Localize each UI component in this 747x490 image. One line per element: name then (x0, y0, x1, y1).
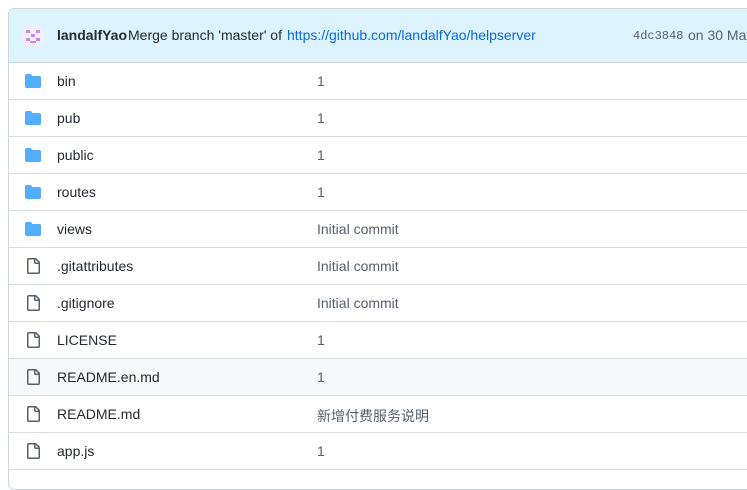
file-commit-message-link[interactable]: 1 (317, 73, 325, 89)
file-name-link[interactable]: .gitattributes (57, 258, 133, 274)
file-name-link[interactable]: README.md (57, 406, 140, 422)
file-icon (25, 443, 41, 459)
commit-message-url-link[interactable]: https://github.com/landalfYao/helpserver (287, 27, 536, 43)
commit-message[interactable]: Merge branch 'master' of (128, 27, 282, 43)
file-name-link[interactable]: bin (57, 73, 76, 89)
folder-icon (25, 73, 41, 89)
file-icon (25, 295, 41, 311)
file-name-link[interactable]: LICENSE (57, 332, 117, 348)
file-name-link[interactable]: README.en.md (57, 369, 160, 385)
folder-icon (25, 184, 41, 200)
file-row[interactable]: pub 1 (9, 100, 747, 137)
file-icon (25, 258, 41, 274)
file-commit-message-link[interactable]: Initial commit (317, 258, 399, 274)
file-icon (25, 332, 41, 348)
file-row[interactable]: .gitattributes Initial commit (9, 248, 747, 285)
file-name-link[interactable]: pub (57, 110, 80, 126)
file-name-link[interactable]: routes (57, 184, 96, 200)
folder-icon (25, 147, 41, 163)
file-row[interactable]: app.js 1 (9, 433, 747, 470)
identicon-icon (22, 25, 44, 47)
file-row[interactable]: README.en.md 1 (9, 359, 747, 396)
file-row[interactable]: bin 1 (9, 63, 747, 100)
file-row[interactable]: LICENSE 1 (9, 322, 747, 359)
file-list: bin 1 pub 1 public 1 routes 1 views Initial commi… (9, 63, 747, 470)
commit-date: on 30 May (688, 27, 747, 43)
file-row[interactable]: .gitignore Initial commit (9, 285, 747, 322)
latest-commit-bar: landalfYao Merge branch 'master' of http… (9, 9, 747, 63)
file-name-link[interactable]: app.js (57, 443, 94, 459)
file-commit-message-link[interactable]: 1 (317, 184, 325, 200)
file-name-link[interactable]: .gitignore (57, 295, 115, 311)
commit-author-link[interactable]: landalfYao (57, 27, 127, 43)
file-commit-message-link[interactable]: 1 (317, 110, 325, 126)
file-commit-message-link[interactable]: 1 (317, 332, 325, 348)
file-commit-message-link[interactable]: 1 (317, 147, 325, 163)
commit-sha-link[interactable]: 4dc3848 (633, 29, 683, 43)
file-commit-message-link[interactable]: 1 (317, 443, 325, 459)
file-row[interactable]: views Initial commit (9, 211, 747, 248)
file-icon (25, 369, 41, 385)
avatar[interactable] (22, 25, 44, 47)
file-name-link[interactable]: public (57, 147, 94, 163)
file-commit-message-link[interactable]: 新增付费服务说明 (317, 406, 429, 426)
file-commit-message-link[interactable]: Initial commit (317, 295, 399, 311)
file-browser: landalfYao Merge branch 'master' of http… (8, 8, 747, 490)
file-name-link[interactable]: views (57, 221, 92, 237)
folder-icon (25, 221, 41, 237)
file-commit-message-link[interactable]: 1 (317, 369, 325, 385)
folder-icon (25, 110, 41, 126)
file-row[interactable]: README.md 新增付费服务说明 (9, 396, 747, 433)
file-icon (25, 406, 41, 422)
file-row[interactable]: routes 1 (9, 174, 747, 211)
file-commit-message-link[interactable]: Initial commit (317, 221, 399, 237)
file-row[interactable]: public 1 (9, 137, 747, 174)
